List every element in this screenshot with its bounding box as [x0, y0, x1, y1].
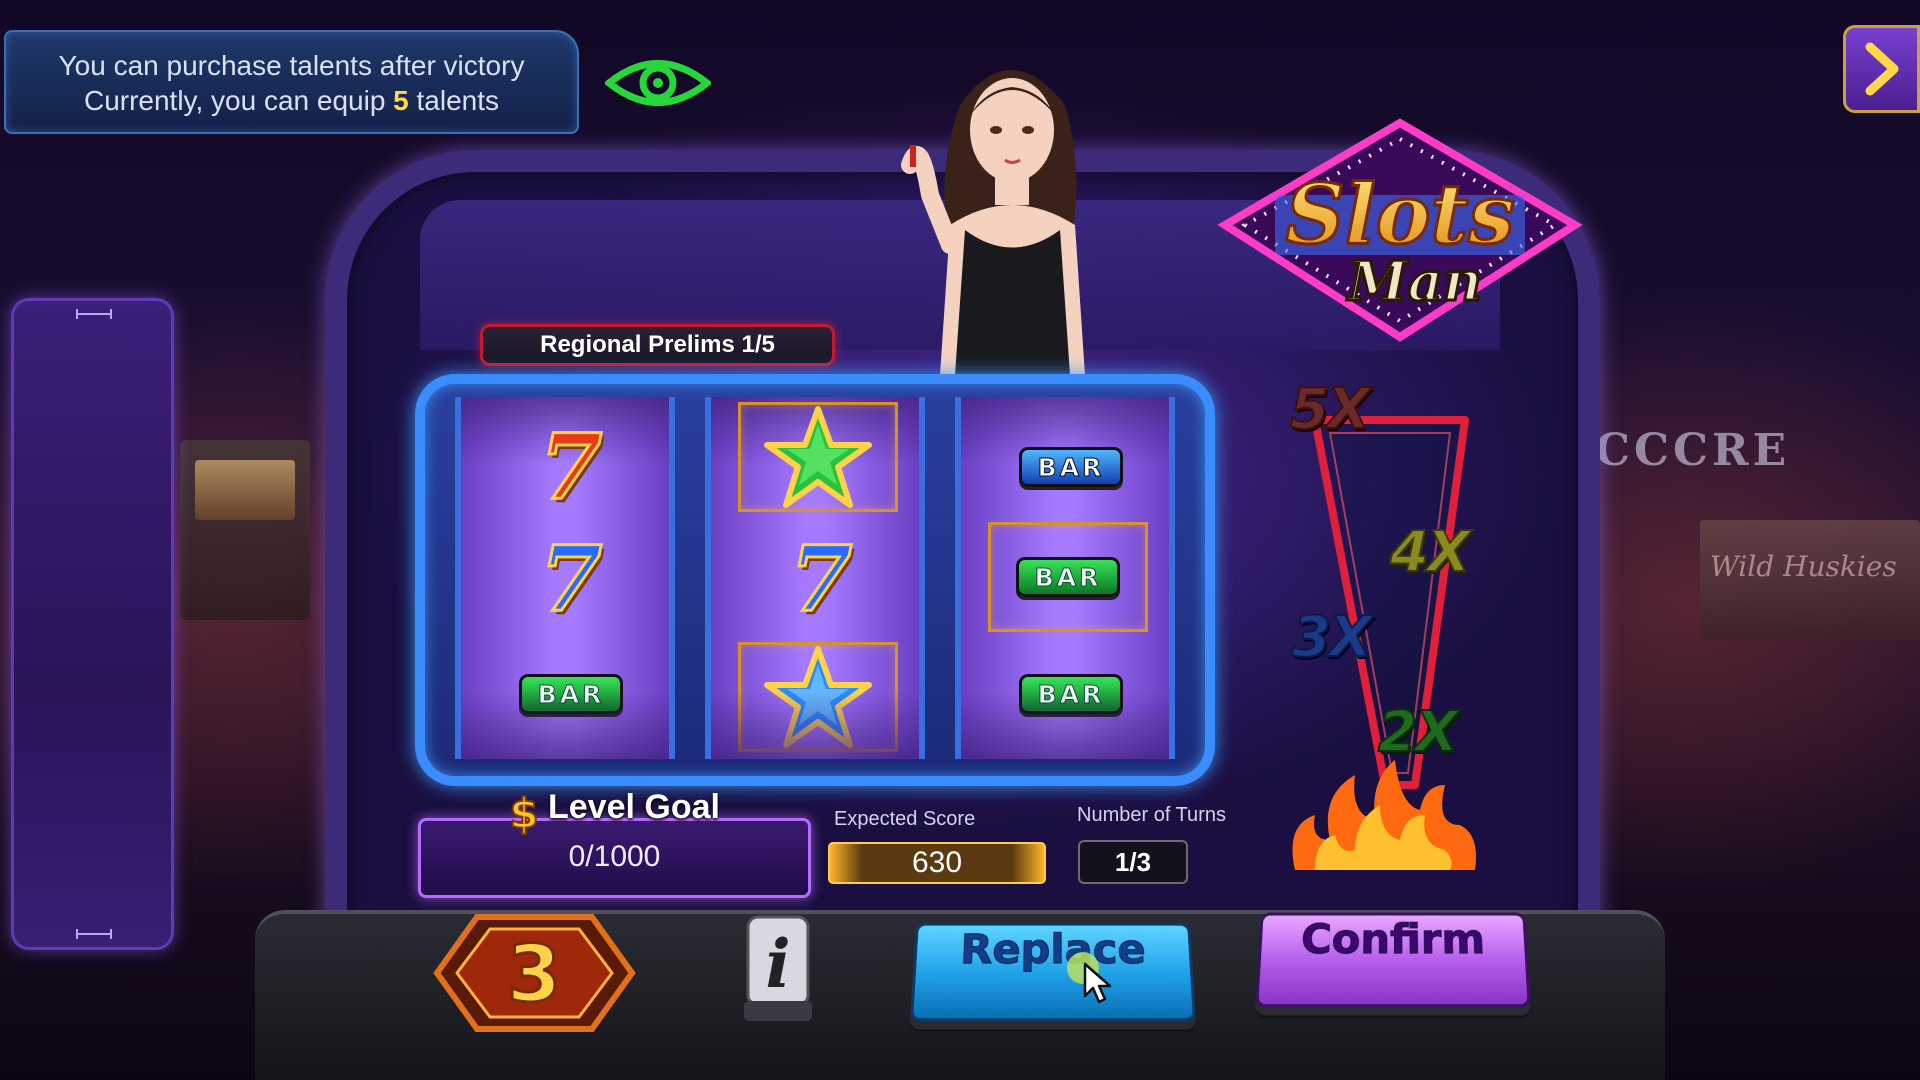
level-goal-value: 0/1000 — [418, 840, 811, 874]
talent-info-line2: Currently, you can equip 5 talents — [6, 83, 577, 118]
mouse-cursor-icon — [1063, 948, 1123, 1008]
slots-man-logo: Slots Man — [1215, 115, 1585, 345]
chevron-right-icon — [1862, 41, 1902, 97]
red-seven-symbol: 7 — [540, 422, 603, 512]
reel-3-cell-3: BAR — [991, 639, 1151, 749]
green-bar-symbol: BAR — [519, 674, 623, 714]
hostess-character — [890, 45, 1130, 375]
logo-subtitle: Man — [1346, 249, 1482, 313]
spin-count-number: 3 — [507, 930, 561, 1020]
blue-seven-symbol: 7 — [540, 534, 603, 624]
dollar-icon: $ — [508, 790, 540, 836]
background-slot-machine — [180, 440, 310, 620]
confirm-button[interactable]: Confirm — [1255, 913, 1531, 1008]
talent-info-line1: You can purchase talents after victory — [6, 48, 577, 83]
multiplier-5x: 5X — [1290, 377, 1368, 442]
reel-3-cell-2: BAR — [988, 522, 1148, 632]
reel-2-cell-2: 7 — [741, 524, 901, 634]
reel-1-cell-2: 7 — [491, 524, 651, 634]
reel-2-cell-1 — [738, 402, 898, 512]
background-screen: Wild Huskies — [1700, 520, 1920, 640]
talent-info-panel: You can purchase talents after victory C… — [4, 30, 579, 134]
background-sign: CCCRE — [1595, 425, 1920, 475]
reel-3: BAR BAR BAR — [955, 397, 1175, 759]
svg-text:$: $ — [509, 790, 538, 836]
number-of-turns-label: Number of Turns — [1077, 804, 1226, 827]
slot-top-marker — [76, 313, 112, 315]
multiplier-4x: 4X — [1390, 520, 1468, 585]
reel-1-cell-1: 7 — [491, 412, 651, 522]
stage-banner: Regional Prelims 1/5 — [480, 324, 835, 366]
reel-1: 7 7 BAR — [455, 397, 675, 759]
reel-3-cell-1: BAR — [991, 412, 1151, 522]
blue-seven-symbol: 7 — [790, 534, 853, 624]
green-bar-symbol: BAR — [1016, 557, 1120, 597]
talent-slot-panel[interactable] — [11, 298, 174, 950]
replace-button[interactable]: Replace — [910, 923, 1196, 1022]
expected-score-label: Expected Score — [834, 808, 975, 831]
blue-bar-symbol: BAR — [1019, 447, 1123, 487]
background-screen-text: Wild Huskies — [1710, 550, 1897, 583]
reel-2-cell-3 — [738, 642, 898, 752]
spin-count-badge[interactable]: 3 — [432, 913, 637, 1033]
reel-2: 7 — [705, 397, 925, 759]
multiplier-3x: 3X — [1292, 605, 1370, 670]
next-arrow-button[interactable] — [1843, 25, 1920, 113]
reel-1-cell-3: BAR — [491, 639, 651, 749]
level-goal-title: Level Goal — [548, 788, 720, 827]
expected-score-value: 630 — [828, 842, 1046, 884]
slot-bottom-marker — [76, 933, 112, 935]
info-button[interactable]: i — [742, 913, 814, 1025]
info-icon: i — [765, 925, 790, 1003]
talent-count: 5 — [393, 85, 409, 116]
green-star-symbol — [763, 405, 873, 510]
green-bar-symbol: BAR — [1019, 674, 1123, 714]
number-of-turns-value: 1/3 — [1078, 840, 1188, 884]
eye-icon[interactable] — [605, 54, 711, 112]
blue-star-symbol — [763, 645, 873, 750]
fire-icon — [1285, 755, 1485, 875]
